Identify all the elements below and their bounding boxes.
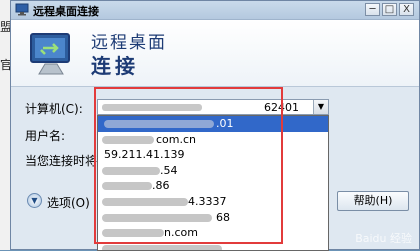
redacted-text <box>102 213 212 222</box>
dropdown-item-text: 59.211.41.139 <box>104 148 185 162</box>
dropdown-item[interactable]: .86 <box>98 178 328 194</box>
redacted-text <box>102 104 202 111</box>
redacted-text <box>102 166 160 175</box>
chevron-down-icon: ▼ <box>27 193 42 208</box>
options-label: 选项(O) <box>47 196 90 210</box>
redacted-text <box>102 229 164 238</box>
remote-desktop-window: 远程桌面连接 ─ □ X 远程桌面 连接 计算机(C): 62401 ▼ 用户名… <box>10 0 420 251</box>
dropdown-item[interactable] <box>98 241 328 250</box>
computer-dropdown-list[interactable]: .01 com.cn 59.211.41.139 .54 .86 4.3337 … <box>97 115 329 251</box>
header-banner: 远程桌面 连接 <box>11 20 419 87</box>
redacted-text <box>102 135 154 144</box>
minimize-button[interactable]: ─ <box>365 3 380 16</box>
dropdown-item[interactable]: 59.211.41.139 <box>98 147 328 163</box>
maximize-button[interactable]: □ <box>382 3 397 16</box>
dropdown-item-text: .54 <box>160 163 178 177</box>
dropdown-item[interactable]: .01 <box>98 116 328 132</box>
monitor-icon <box>30 33 70 75</box>
computer-combobox[interactable]: 62401 ▼ <box>97 99 329 115</box>
username-label: 用户名: <box>25 129 66 143</box>
close-button[interactable]: X <box>399 3 414 16</box>
dropdown-item-text: .86 <box>152 179 170 193</box>
banner-line-2: 连接 <box>91 54 139 78</box>
connect-prompt-label: 当您连接时将 <box>25 154 98 168</box>
dropdown-item[interactable]: n.com <box>98 225 328 241</box>
computer-label: 计算机(C): <box>25 102 83 116</box>
dropdown-item-text: n.com <box>164 226 198 240</box>
dropdown-item-text: 68 <box>216 210 230 224</box>
dropdown-item[interactable]: 68 <box>98 210 328 226</box>
redacted-text <box>102 197 188 206</box>
watermark: Baidu 经验 <box>355 232 412 245</box>
dropdown-item-text: 4.3337 <box>188 194 227 208</box>
window-title: 远程桌面连接 <box>33 5 99 18</box>
dropdown-item-text: .01 <box>216 117 234 130</box>
redacted-text <box>102 244 222 250</box>
dropdown-item[interactable]: com.cn <box>98 132 328 148</box>
redacted-text <box>104 120 214 128</box>
help-button[interactable]: 帮助(H) <box>337 191 409 211</box>
dropdown-item[interactable]: .54 <box>98 163 328 179</box>
title-bar[interactable]: 远程桌面连接 ─ □ X <box>11 1 419 20</box>
dropdown-item-text: com.cn <box>156 132 197 146</box>
computer-value: 62401 <box>264 101 299 114</box>
remote-desktop-app-icon <box>15 3 29 16</box>
dropdown-arrow-icon[interactable]: ▼ <box>313 100 328 114</box>
dropdown-item[interactable]: 4.3337 <box>98 194 328 210</box>
redacted-text <box>102 182 152 191</box>
